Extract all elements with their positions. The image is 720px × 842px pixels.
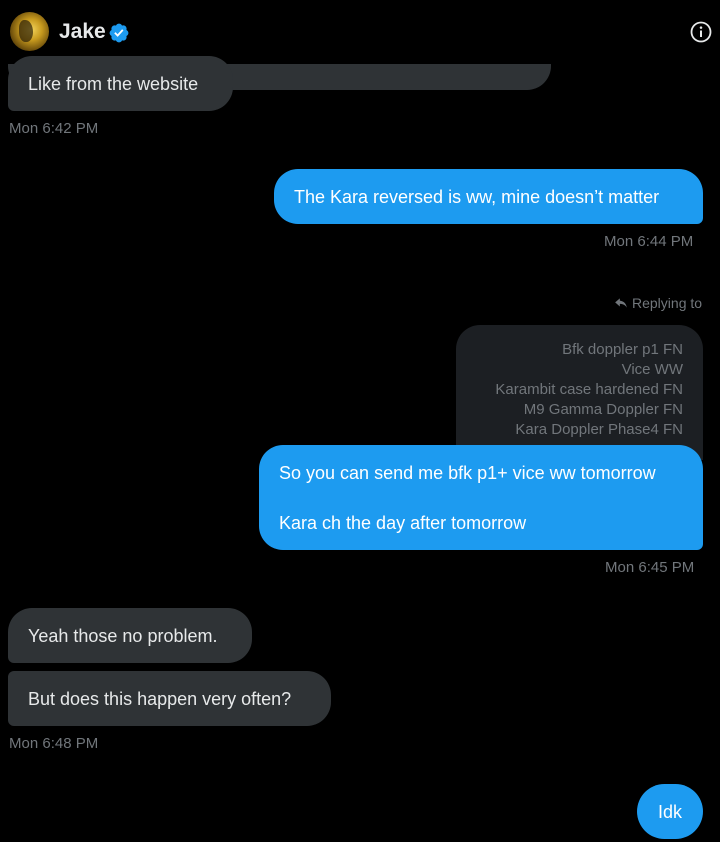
- message-timestamp: Mon 6:45 PM: [605, 559, 695, 576]
- reply-label-text: Replying to: [632, 295, 703, 311]
- message-text-line: Kara ch the day after tomorrow: [279, 512, 527, 533]
- message-bubble-incoming[interactable]: Yeah those no problem.: [8, 608, 252, 663]
- message-text: Idk: [657, 801, 682, 822]
- reply-arrow-icon: [615, 298, 627, 308]
- message-text: The Kara reversed is ww, mine doesn’t ma…: [294, 186, 660, 207]
- message-text: But does this happen very often?: [28, 688, 292, 709]
- replying-to-label: Replying to: [614, 295, 702, 311]
- verified-badge-icon: [109, 23, 129, 43]
- message-timestamp: Mon 6:48 PM: [9, 735, 99, 752]
- quoted-message[interactable]: Bfk doppler p1 FN Vice WW Karambit case …: [456, 325, 703, 460]
- message-text: Like from the website: [28, 73, 199, 94]
- message-timestamp: Mon 6:42 PM: [9, 120, 99, 137]
- quoted-line: Vice WW: [621, 361, 683, 378]
- avatar[interactable]: [10, 12, 49, 51]
- message-text-line: So you can send me bfk p1+ vice ww tomor…: [279, 462, 656, 483]
- info-icon[interactable]: [689, 20, 713, 44]
- message-bubble-outgoing[interactable]: So you can send me bfk p1+ vice ww tomor…: [259, 445, 703, 550]
- quoted-line: Kara Doppler Phase4 FN: [515, 421, 683, 438]
- contact-name[interactable]: Jake: [59, 20, 106, 44]
- message-timestamp: Mon 6:44 PM: [604, 233, 694, 250]
- message-bubble-incoming[interactable]: Like from the website: [8, 56, 233, 111]
- message-text: Yeah those no problem.: [28, 625, 218, 646]
- quoted-line: Karambit case hardened FN: [495, 381, 683, 398]
- quoted-line: M9 Gamma Doppler FN: [523, 401, 683, 418]
- message-bubble-outgoing[interactable]: Idk: [637, 784, 703, 839]
- message-bubble-outgoing[interactable]: The Kara reversed is ww, mine doesn’t ma…: [274, 169, 703, 224]
- message-bubble-incoming[interactable]: But does this happen very often?: [8, 671, 331, 726]
- quoted-line: Bfk doppler p1 FN: [562, 341, 683, 358]
